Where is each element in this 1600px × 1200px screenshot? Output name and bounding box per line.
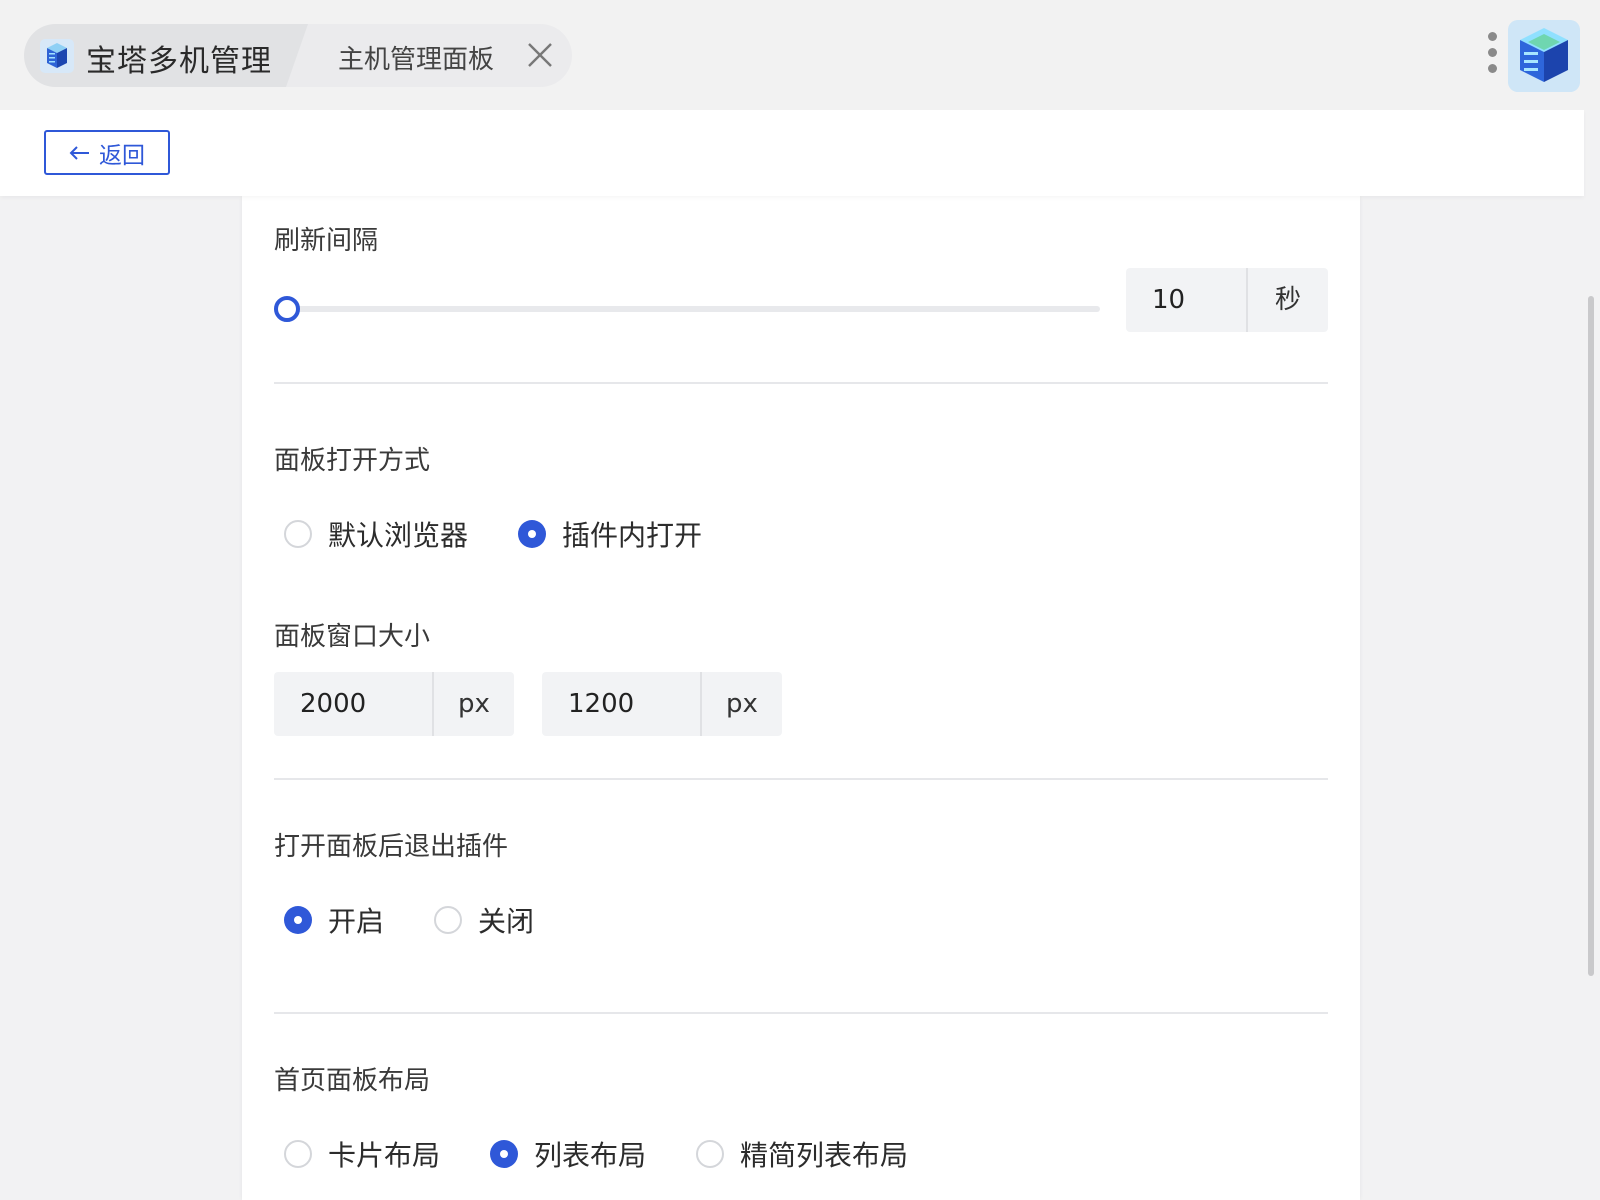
open-mode-label: 面板打开方式 — [274, 446, 431, 476]
app-server-icon[interactable] — [1508, 20, 1580, 92]
radio-card-layout[interactable]: 卡片布局 — [284, 1134, 440, 1174]
radio-label: 开启 — [328, 905, 385, 938]
radio-dot — [284, 906, 312, 934]
tab-host-panel[interactable]: 主机管理面板 — [286, 24, 572, 87]
tab-host-panel-label: 主机管理面板 — [338, 45, 495, 75]
window-width-input[interactable]: 2000 px — [274, 672, 514, 736]
radio-exit-off[interactable]: 关闭 — [434, 900, 534, 940]
refresh-interval-input[interactable]: 10 秒 — [1126, 268, 1328, 332]
bt-logo-icon — [40, 39, 74, 73]
radio-list-layout[interactable]: 列表布局 — [490, 1134, 646, 1174]
divider — [274, 778, 1328, 780]
refresh-interval-unit: 秒 — [1274, 285, 1301, 315]
radio-dot — [518, 520, 546, 548]
exit-after-open-label: 打开面板后退出插件 — [274, 832, 509, 862]
radio-default-browser[interactable]: 默认浏览器 — [284, 514, 468, 554]
refresh-interval-slider[interactable] — [274, 296, 1100, 322]
window-width-unit: px — [458, 689, 490, 719]
radio-exit-on[interactable]: 开启 — [284, 900, 384, 940]
radio-dot — [434, 906, 462, 934]
radio-label: 卡片布局 — [328, 1139, 441, 1172]
radio-label: 默认浏览器 — [328, 519, 469, 552]
refresh-interval-value[interactable]: 10 — [1126, 268, 1248, 332]
refresh-interval-label: 刷新间隔 — [274, 226, 379, 256]
more-vertical-icon[interactable] — [1486, 32, 1498, 78]
back-button[interactable]: 返回 — [44, 130, 170, 175]
radio-label: 列表布局 — [534, 1139, 647, 1172]
radio-dot — [284, 520, 312, 548]
window-size-label: 面板窗口大小 — [274, 622, 431, 652]
vertical-scrollbar[interactable] — [1588, 296, 1594, 976]
radio-compact-list-layout[interactable]: 精简列表布局 — [696, 1134, 908, 1174]
slider-thumb[interactable] — [274, 296, 300, 322]
window-height-input[interactable]: 1200 px — [542, 672, 782, 736]
window-width-value[interactable]: 2000 — [274, 672, 434, 736]
divider — [274, 382, 1328, 384]
app-title: 宝塔多机管理 — [86, 44, 272, 79]
home-layout-label: 首页面板布局 — [274, 1066, 431, 1096]
settings-panel: 刷新间隔 10 秒 面板打开方式 默认浏览器 插件内打开 面板窗口大小 2000… — [242, 196, 1360, 1200]
tab-bt-multi-manager[interactable]: 宝塔多机管理 — [24, 24, 314, 87]
radio-label: 精简列表布局 — [740, 1139, 909, 1172]
radio-dot — [696, 1140, 724, 1168]
toolbar: 返回 — [0, 110, 1584, 196]
radio-dot — [284, 1140, 312, 1168]
window-height-value[interactable]: 1200 — [542, 672, 702, 736]
radio-label: 关闭 — [478, 905, 535, 938]
close-icon[interactable] — [526, 41, 554, 69]
radio-dot — [490, 1140, 518, 1168]
back-button-label: 返回 — [99, 142, 145, 169]
divider — [274, 1012, 1328, 1014]
title-bar: 宝塔多机管理 主机管理面板 — [0, 0, 1600, 110]
window-height-unit: px — [726, 689, 758, 719]
radio-label: 插件内打开 — [562, 519, 703, 552]
arrow-left-icon — [69, 145, 89, 160]
radio-open-in-plugin[interactable]: 插件内打开 — [518, 514, 702, 554]
